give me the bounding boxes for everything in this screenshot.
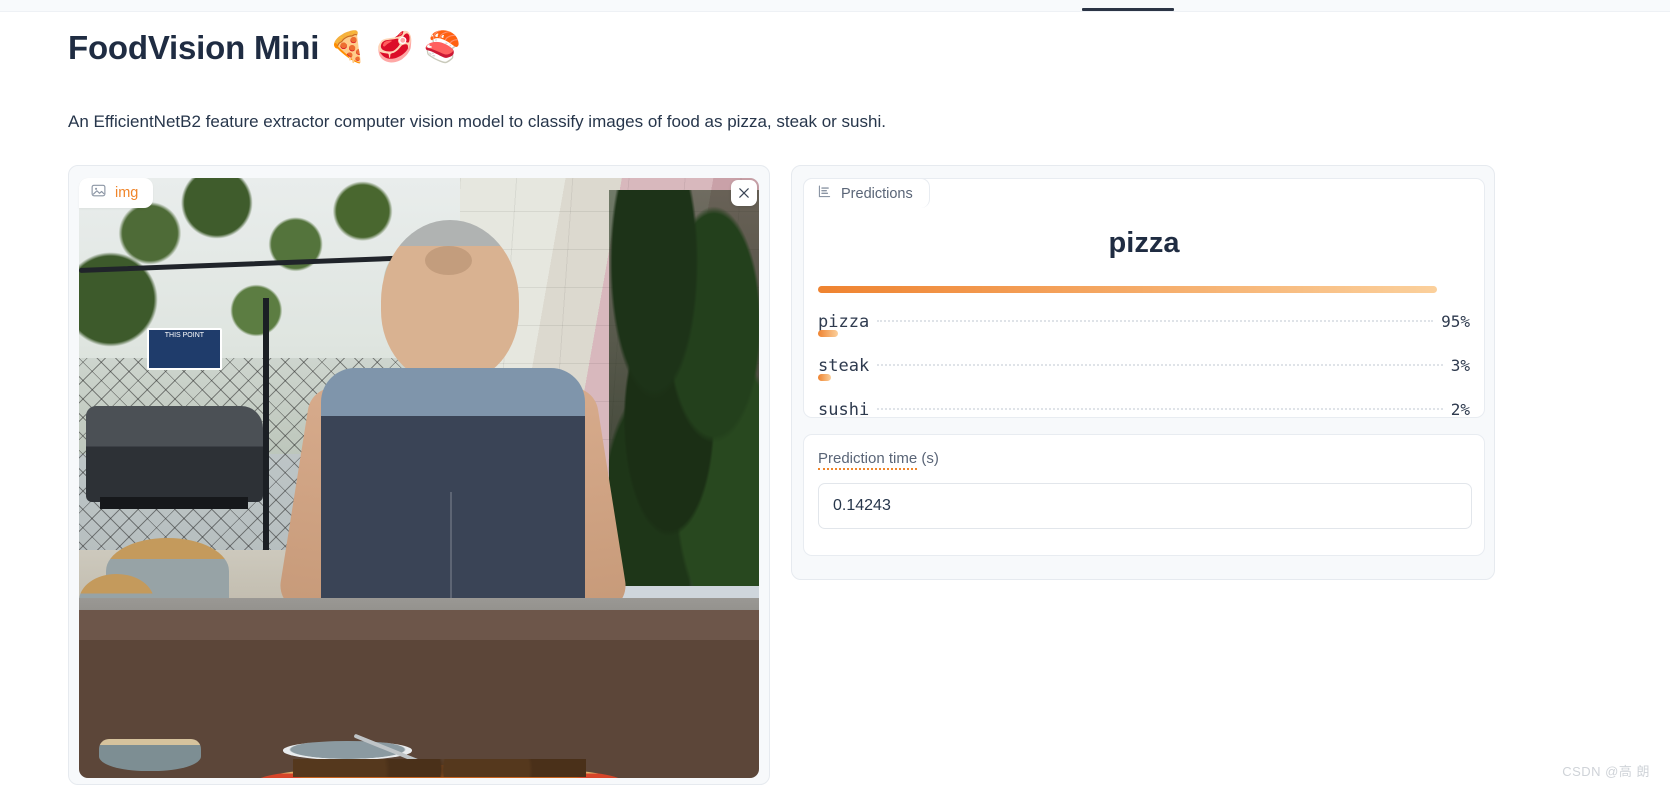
prediction-bar-fill: [818, 330, 838, 337]
prediction-bars: pizza 95% steak 3% sushi 2%: [818, 286, 1470, 420]
results-panel: Predictions pizza pizza 95% steak 3% sus…: [791, 165, 1495, 580]
app-page: FoodVision Mini 🍕 🥩 🍣 An EfficientNetB2 …: [0, 11, 1670, 788]
predictions-card: Predictions pizza pizza 95% steak 3% sus…: [803, 178, 1485, 420]
prediction-time-label-main: Prediction time: [818, 450, 918, 470]
prediction-label: steak: [818, 356, 870, 376]
top-prediction-label: pizza: [1108, 227, 1180, 259]
prediction-time-card: Prediction time (s): [803, 434, 1485, 556]
predictions-tab[interactable]: Predictions: [803, 178, 930, 208]
photo-sign: THIS POINT: [147, 328, 222, 370]
prediction-row: sushi 2%: [818, 374, 1470, 420]
prediction-row: pizza 95%: [818, 286, 1470, 332]
image-tab[interactable]: img: [79, 178, 154, 208]
list-chart-icon: [817, 184, 832, 204]
sushi-emoji-icon: 🍣: [423, 31, 461, 64]
predictions-tab-label: Predictions: [841, 185, 913, 202]
prediction-row: steak 3%: [818, 330, 1470, 376]
image-panel: THIS POINT img: [68, 165, 770, 785]
prediction-time-input[interactable]: [818, 483, 1472, 529]
prediction-bar-fill: [818, 286, 1438, 293]
page-title-text: FoodVision Mini: [68, 29, 320, 66]
prediction-label: pizza: [818, 312, 870, 332]
food-photo: THIS POINT: [79, 178, 759, 778]
prediction-value: 3%: [1450, 356, 1470, 375]
prediction-time-label-suffix: (s): [917, 450, 939, 467]
prediction-label: sushi: [818, 400, 870, 420]
page-description: An EfficientNetB2 feature extractor comp…: [68, 112, 886, 131]
dotted-leader: [877, 408, 1443, 410]
prediction-bar-fill: [818, 374, 832, 381]
image-tab-label: img: [115, 185, 139, 201]
pizza-emoji-icon: 🍕: [329, 31, 367, 64]
image-icon: [91, 183, 106, 203]
dotted-leader: [877, 320, 1434, 322]
prediction-value: 95%: [1441, 312, 1470, 331]
image-preview[interactable]: THIS POINT: [79, 178, 759, 778]
watermark: CSDN @高 朗: [1562, 764, 1650, 779]
prediction-value: 2%: [1450, 400, 1470, 419]
close-icon[interactable]: [731, 180, 757, 206]
dotted-leader: [877, 364, 1443, 366]
steak-emoji-icon: 🥩: [376, 31, 414, 64]
prediction-time-label: Prediction time (s): [818, 450, 939, 470]
page-title: FoodVision Mini 🍕 🥩 🍣: [68, 29, 461, 67]
